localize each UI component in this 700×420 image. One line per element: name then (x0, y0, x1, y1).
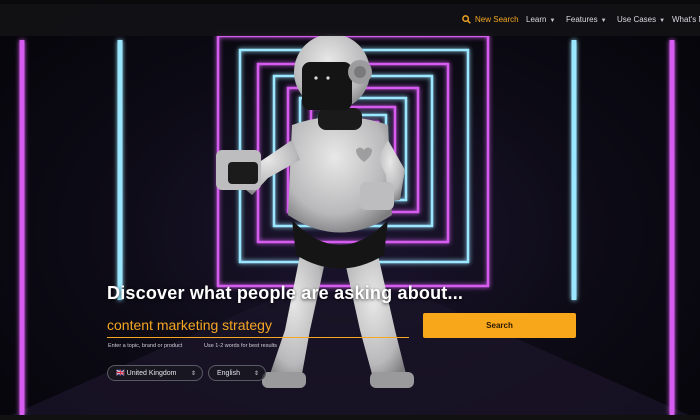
nav-whats-new-label: What's N (672, 15, 700, 24)
updown-arrows-icon: ⇕ (190, 371, 196, 377)
search-input[interactable] (107, 313, 409, 338)
language-select[interactable]: English ⇕ (208, 365, 266, 381)
neon-tunnel (0, 34, 700, 420)
region-select-value: 🇬🇧 United Kingdom (116, 366, 176, 382)
hero-headline: Discover what people are asking about... (107, 283, 464, 303)
language-label: English (217, 370, 240, 377)
region-select[interactable]: 🇬🇧 United Kingdom ⇕ (107, 365, 203, 381)
flag-uk-icon: 🇬🇧 (116, 370, 125, 377)
search-icon (462, 15, 471, 24)
search-hint-words: Use 1-2 words for best results (204, 343, 278, 349)
nav-new-search-label: New Search (475, 15, 519, 24)
updown-arrows-icon: ⇕ (253, 371, 259, 377)
nav-use-cases[interactable]: Use Cases ▼ (617, 4, 665, 36)
nav-learn[interactable]: Learn ▼ (526, 4, 555, 36)
nav-learn-label: Learn (526, 15, 547, 24)
region-label: United Kingdom (126, 370, 177, 377)
nav-use-cases-label: Use Cases (617, 15, 657, 24)
nav-features[interactable]: Features ▼ (566, 4, 607, 36)
hero-background (0, 0, 700, 420)
chevron-down-icon: ▼ (549, 18, 556, 24)
chevron-down-icon: ▼ (659, 18, 666, 24)
nav-features-label: Features (566, 15, 598, 24)
nav-whats-new[interactable]: What's N (672, 4, 700, 36)
nav-new-search[interactable]: New Search (462, 4, 519, 36)
search-button[interactable]: Search (423, 313, 576, 338)
top-navigation: New Search Learn ▼ Features ▼ Use Cases ▼ W… (0, 4, 700, 36)
chevron-down-icon: ▼ (600, 18, 607, 24)
bottom-bar (0, 415, 700, 420)
search-hint-topic: Enter a topic, brand or product (108, 343, 183, 349)
